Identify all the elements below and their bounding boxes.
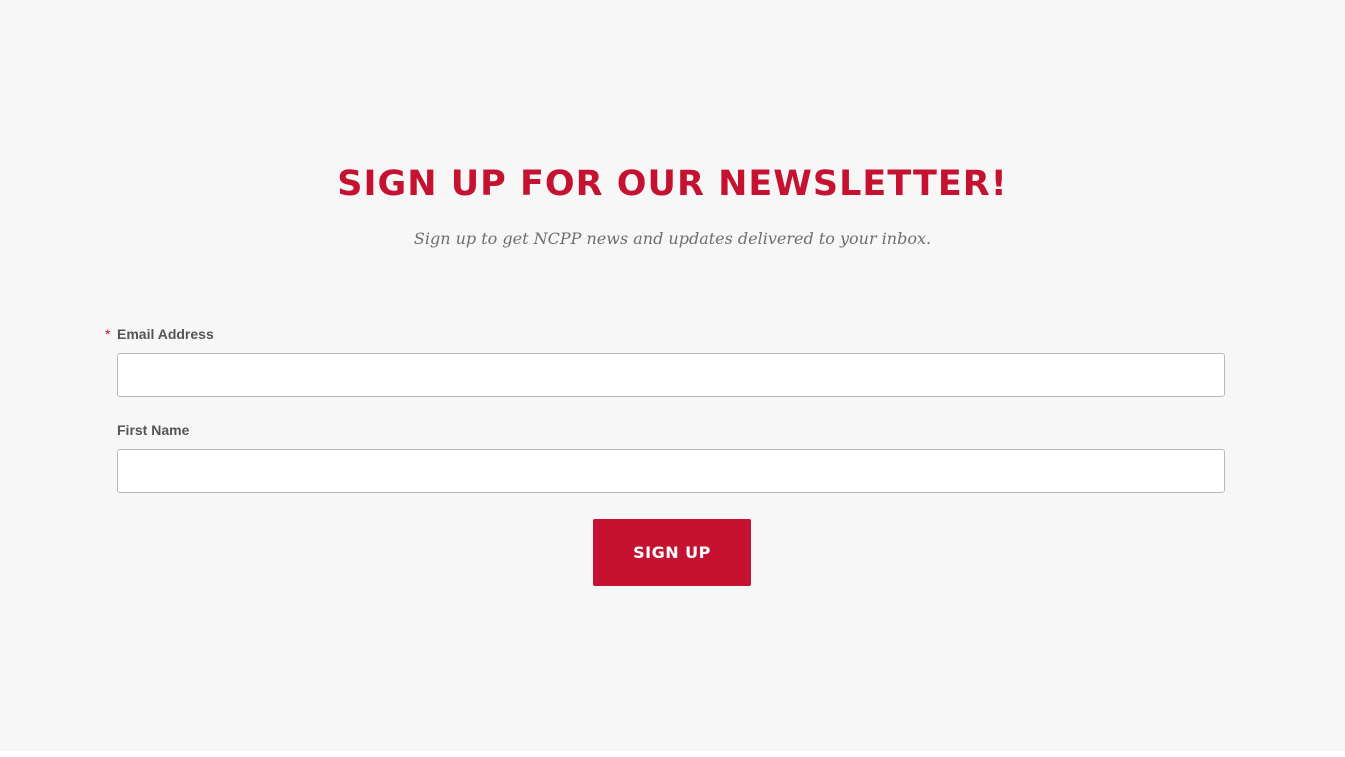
sign-up-button[interactable]: SIGN UP (593, 519, 751, 586)
required-indicator: * (105, 326, 111, 342)
email-field[interactable] (117, 353, 1225, 397)
newsletter-subtitle: Sign up to get NCPP news and updates del… (413, 229, 932, 248)
first-name-label: First Name (117, 422, 190, 438)
first-name-field[interactable] (117, 449, 1225, 493)
email-label: Email Address (117, 326, 214, 342)
newsletter-title: SIGN UP FOR OUR NEWSLETTER! (337, 164, 1008, 204)
newsletter-section: SIGN UP FOR OUR NEWSLETTER! Sign up to g… (0, 0, 1345, 751)
